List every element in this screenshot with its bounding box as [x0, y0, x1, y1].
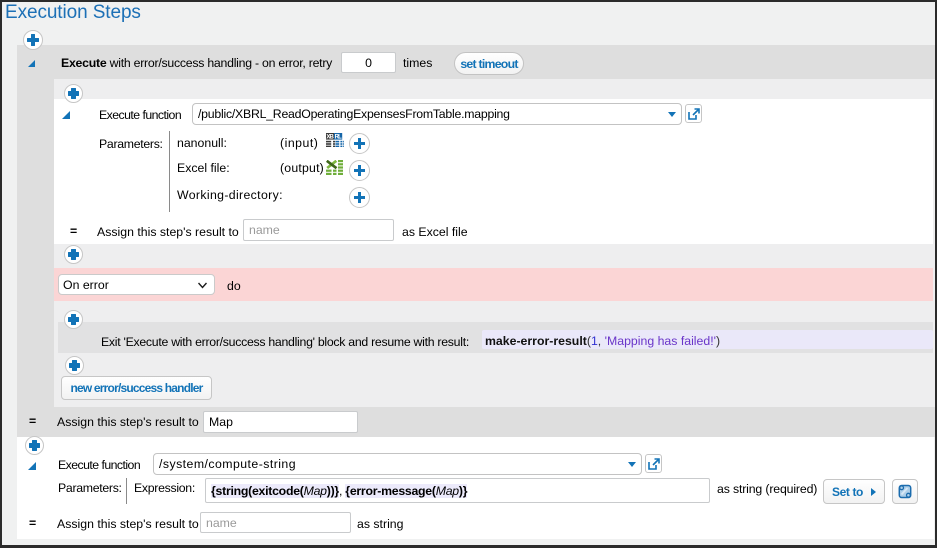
svg-text:XB: XB: [326, 135, 334, 141]
svg-text:RL: RL: [335, 135, 343, 141]
